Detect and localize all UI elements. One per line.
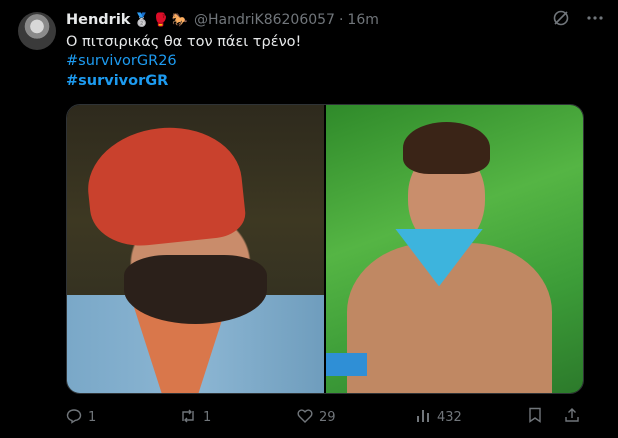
more-icon[interactable] [586,9,604,31]
action-bar: 1 1 29 432 [66,406,586,428]
bookmark-icon[interactable] [528,407,542,427]
author-handle[interactable]: @HandriK86206057 [194,12,335,28]
tweet[interactable]: Hendrik 🥈 🥊 🐎 @HandriK86206057 · 16m Ο π… [0,0,618,438]
retweet-button[interactable]: 1 [179,408,297,427]
views-icon [415,408,431,427]
heart-icon [297,408,313,427]
media-grid [66,104,584,394]
tweet-text: Ο πιτσιρικάς θα τον πάει τρένο! [66,34,302,50]
share-icon[interactable] [564,407,580,427]
views-button[interactable]: 432 [415,408,528,427]
reply-count: 1 [88,409,97,425]
media-photo[interactable] [67,105,324,393]
grok-icon[interactable] [552,9,570,31]
retweet-icon [179,408,197,427]
reply-button[interactable]: 1 [66,408,179,427]
separator-dot: · [338,12,344,28]
secondary-actions [528,407,580,427]
emoji-medal: 🥈 [133,12,150,28]
emoji-boxing-glove: 🥊 [152,12,169,28]
author-name[interactable]: Hendrik [66,12,130,28]
header-actions [552,9,604,31]
avatar[interactable] [18,12,56,50]
hashtag-link[interactable]: #survivorGR26 [66,53,177,69]
media-photo[interactable] [326,105,583,393]
like-count: 29 [319,409,336,425]
hashtag-link[interactable]: #survivorGR [66,73,168,89]
retweet-count: 1 [203,409,212,425]
like-button[interactable]: 29 [297,408,415,427]
timestamp[interactable]: 16m [347,12,378,28]
tweet-header: Hendrik 🥈 🥊 🐎 @HandriK86206057 · 16m [66,10,598,30]
emoji-horse: 🐎 [171,12,188,28]
reply-icon [66,408,82,427]
views-count: 432 [437,409,462,425]
